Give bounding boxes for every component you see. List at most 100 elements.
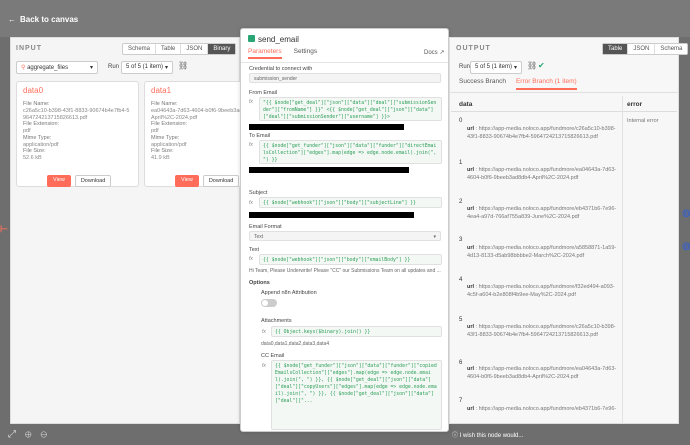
view-button[interactable]: View xyxy=(175,175,199,187)
input-node-select[interactable]: ⚲ aggregate_files ▾ xyxy=(16,61,98,74)
card-actions: View Download xyxy=(175,175,240,187)
docs-link[interactable]: Docs ↗ xyxy=(424,49,444,56)
branch-divider xyxy=(449,92,679,93)
list-item: url : https://app-media.noloco.app/fundm… xyxy=(467,167,617,181)
text-result-preview: Hi Team, Please Underwrite! Please "CC" … xyxy=(249,268,441,274)
tab-parameters[interactable]: Parameters xyxy=(248,48,282,59)
email-node-icon xyxy=(248,35,255,42)
back-label: Back to canvas xyxy=(20,15,79,24)
text-label: Text xyxy=(249,247,260,253)
output-tab-json[interactable]: JSON xyxy=(628,44,656,54)
fx-icon: fx xyxy=(249,256,253,262)
input-tab-schema[interactable]: Schema xyxy=(123,44,157,54)
binary-card-data0: data0 File Name: c26a5c10-b398-43f1-8833… xyxy=(16,81,139,187)
node-title[interactable]: send_email xyxy=(258,35,299,44)
fx-icon: fx xyxy=(249,99,253,105)
output-run-select[interactable]: 5 of 5 (1 item) ▾ xyxy=(470,61,522,74)
output-view-tabs: Table JSON Schema xyxy=(602,43,689,55)
url-key: url xyxy=(467,324,475,330)
zoom-controls[interactable]: ⤢⊕⊖ xyxy=(8,429,56,440)
subject-expression[interactable]: {{ $node["webhook"]["json"]["body"]["sub… xyxy=(259,197,442,208)
email-format-label: Email Format xyxy=(249,224,282,230)
input-connector-icon[interactable]: ⊢ xyxy=(0,224,8,236)
column-divider xyxy=(622,96,623,424)
row-index: 0 xyxy=(459,118,463,124)
unlink-icon[interactable]: ⛓ xyxy=(527,61,537,70)
fx-icon: fx xyxy=(249,142,253,148)
fit-view-icon[interactable]: ⤢ xyxy=(8,429,25,440)
url-key: url xyxy=(467,126,475,132)
feedback-prompt[interactable]: ⓘ I wish this node would... xyxy=(452,430,523,439)
chevron-down-icon: ▾ xyxy=(433,234,436,240)
to-email-expression[interactable]: {{ $node["get_funder"]["json"]["data"]["… xyxy=(259,140,442,164)
input-run-select[interactable]: 5 of 5 (1 item) ▾ xyxy=(121,61,173,74)
output-title: OUTPUT xyxy=(456,45,491,52)
chevron-down-icon: ▾ xyxy=(164,65,168,71)
list-item: url : https://app-media.noloco.app/fundm… xyxy=(467,366,617,380)
email-format-select[interactable]: Text ▾ xyxy=(249,231,441,241)
globe-icon-2[interactable]: ◍ xyxy=(682,241,690,252)
url-key: url xyxy=(467,366,475,372)
binary-card-title: data0 xyxy=(23,86,44,95)
append-attribution-label: Append n8n Attribution xyxy=(261,290,317,296)
input-tab-table[interactable]: Table xyxy=(156,44,182,54)
append-attribution-toggle[interactable] xyxy=(261,299,277,307)
success-check-icon: ✔ xyxy=(538,61,545,70)
download-button[interactable]: Download xyxy=(74,175,112,187)
back-to-canvas-button[interactable]: ← Back to canvas xyxy=(8,15,78,24)
text-expression[interactable]: {{ $node["webhook"]["json"]["body"]["ema… xyxy=(259,254,442,265)
header-divider xyxy=(451,111,677,112)
tab-success-branch[interactable]: Success Branch xyxy=(459,78,506,90)
fx-icon: fx xyxy=(249,200,253,206)
zoom-out-icon[interactable]: ⊖ xyxy=(41,429,57,440)
list-item: url : https://app-media.noloco.app/fundm… xyxy=(467,284,615,298)
credential-select[interactable]: submission_sender xyxy=(249,73,441,83)
column-header-data: data xyxy=(459,101,473,108)
url-value: https://app-media.noloco.app/fundmore/ea… xyxy=(467,366,617,380)
from-email-expression[interactable]: "{{ $node["get_deal"]["json"]["data"]["d… xyxy=(259,97,442,121)
to-email-label: To Email xyxy=(249,133,271,139)
node-settings-modal: send_email Parameters Settings Docs ↗ Cr… xyxy=(240,28,449,432)
url-key: url xyxy=(467,206,475,212)
chevron-down-icon: ▾ xyxy=(89,65,93,71)
file-ext-label: File Extension: xyxy=(23,121,60,127)
output-run-select-value: 5 of 5 (1 item) xyxy=(475,64,513,70)
cc-email-label: CC Email xyxy=(261,353,285,359)
tab-error-branch[interactable]: Error Branch (1 item) xyxy=(515,78,577,90)
attachments-label: Attachments xyxy=(261,318,292,324)
input-tab-binary[interactable]: Binary xyxy=(208,44,236,54)
attachments-expression[interactable]: {{ Object.keys($binary).join() }} xyxy=(271,326,442,337)
credential-label: Credential to connect with xyxy=(249,66,313,72)
parameters-body: Credential to connect with submission_se… xyxy=(241,63,448,431)
modal-header: send_email Parameters Settings Docs ↗ xyxy=(241,29,448,62)
url-value: https://app-media.noloco.app/fundmore/eb… xyxy=(467,206,617,220)
subject-label: Subject xyxy=(249,190,268,196)
url-key: url xyxy=(467,167,475,173)
tab-settings[interactable]: Settings xyxy=(294,48,318,59)
unlink-icon[interactable]: ⛓ xyxy=(178,61,188,70)
output-tab-table[interactable]: Table xyxy=(603,44,629,54)
list-item: url : https://app-media.noloco.app/fundm… xyxy=(467,406,617,412)
attachments-result: data0,data1,data2,data3,data4 xyxy=(261,341,330,347)
view-button[interactable]: View xyxy=(47,175,71,187)
url-value: https://app-media.noloco.app/fundmore/c2… xyxy=(467,126,616,140)
output-tab-schema[interactable]: Schema xyxy=(655,44,687,54)
list-item: url : https://app-media.noloco.app/fundm… xyxy=(467,324,616,338)
redacted-from-result xyxy=(249,124,404,130)
download-button[interactable]: Download xyxy=(202,175,240,187)
row-index: 3 xyxy=(459,237,463,243)
globe-icon[interactable]: ◍ xyxy=(682,208,690,219)
zoom-in-icon[interactable]: ⊕ xyxy=(25,429,41,440)
list-item: url : https://app-media.noloco.app/fundm… xyxy=(467,245,617,259)
url-key: url xyxy=(467,245,475,251)
input-tab-json[interactable]: JSON xyxy=(181,44,209,54)
card-actions: View Download xyxy=(47,175,112,187)
info-icon: ⓘ xyxy=(452,433,460,439)
file-name-value: c26a5c10-b398-43f1-8833-90674b4e7fb4-596… xyxy=(23,108,130,121)
output-run-label: Run xyxy=(459,64,471,70)
row-index: 6 xyxy=(459,360,463,366)
input-node-select-value: aggregate_files xyxy=(27,65,69,71)
row-index: 1 xyxy=(459,160,463,166)
cc-email-expression[interactable]: {{ $node["get_funder"]["json"]["data"]["… xyxy=(271,360,442,430)
input-view-tabs: Schema Table JSON Binary xyxy=(122,43,237,55)
